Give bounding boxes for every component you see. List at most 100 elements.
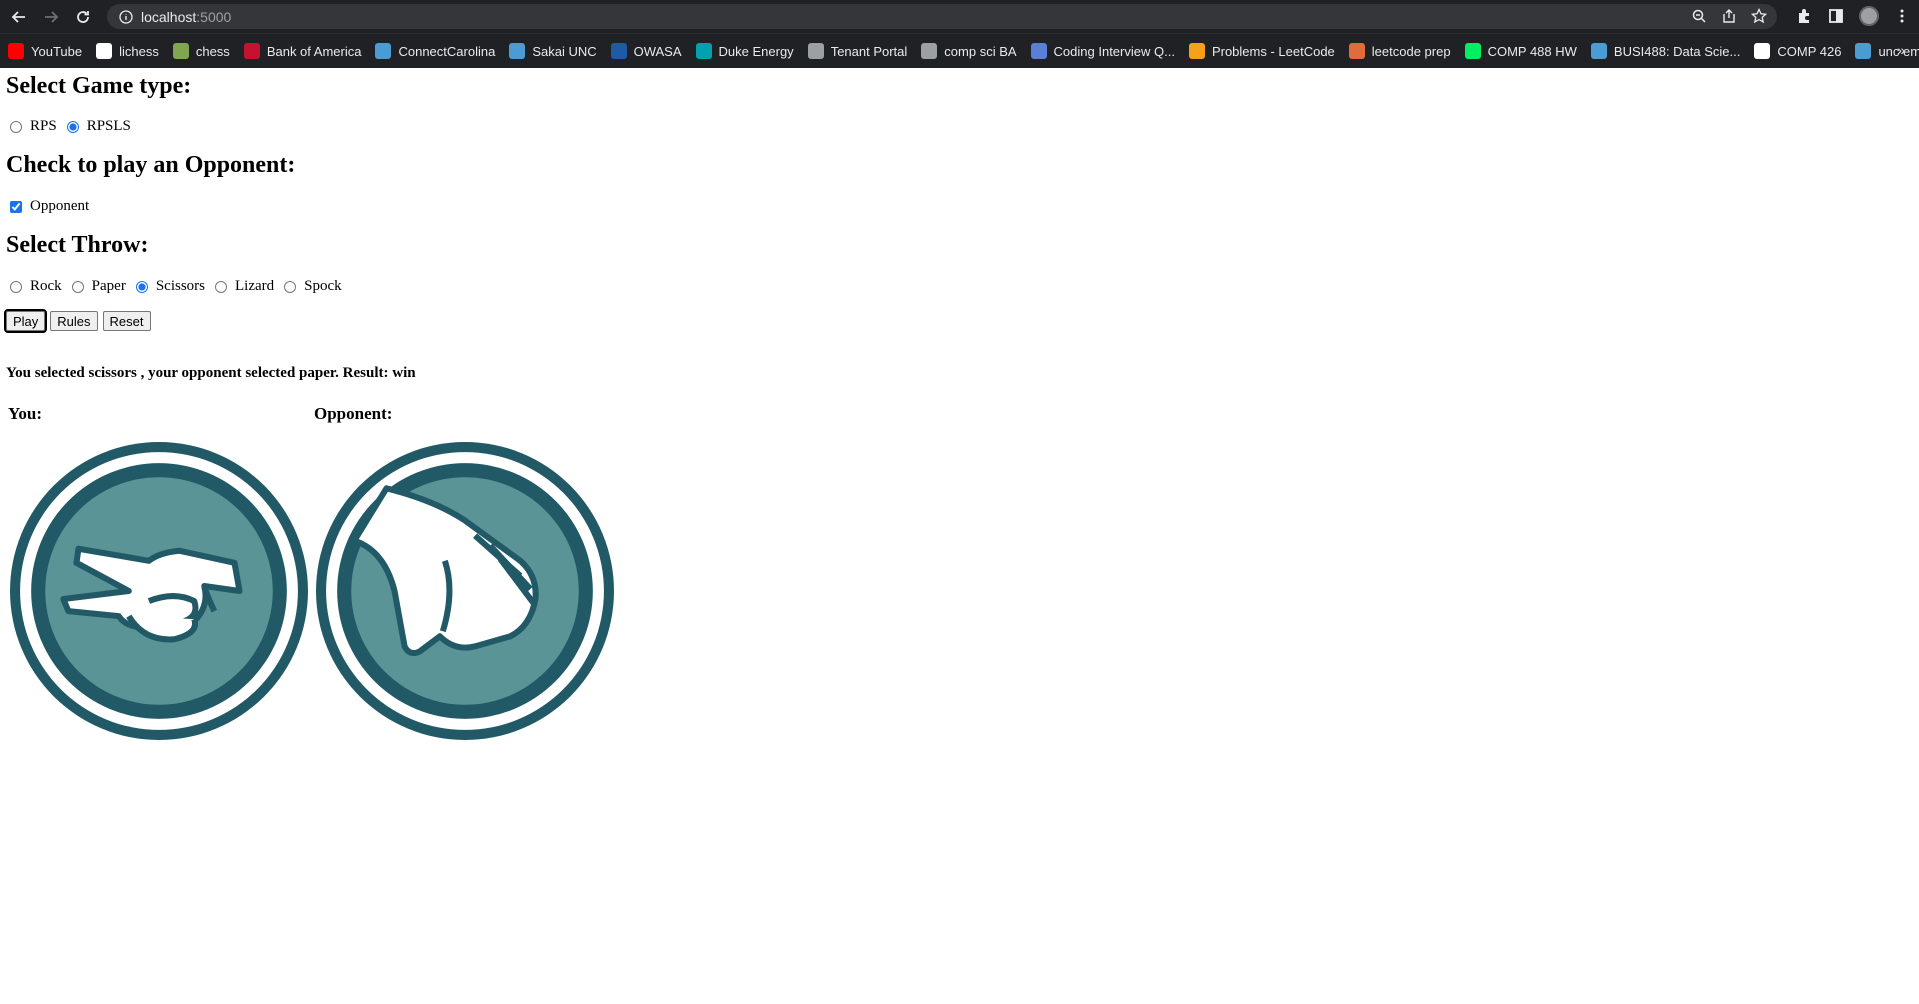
bookmark-favicon-icon [1464, 43, 1481, 59]
bookmark-favicon-icon [695, 43, 712, 59]
bookmark-label: Problems - LeetCode [1211, 43, 1335, 59]
scissors-hand-icon [10, 442, 308, 740]
bookmark-favicon-icon [1348, 43, 1365, 59]
radio-lizard[interactable] [215, 280, 228, 293]
bookmark-item[interactable]: lichess [96, 43, 159, 59]
you-label: You: [8, 404, 43, 423]
bookmark-label: Coding Interview Q... [1053, 43, 1175, 59]
radio-spock[interactable] [284, 280, 297, 293]
bookmark-item[interactable]: Coding Interview Q... [1030, 43, 1175, 59]
side-panel-icon[interactable] [1827, 7, 1845, 25]
bookmark-favicon-icon [1754, 43, 1771, 59]
bookmark-favicon-icon [172, 43, 189, 59]
address-bar[interactable]: localhost:5000 [107, 4, 1777, 29]
bookmark-item[interactable]: YouTube [8, 43, 82, 59]
result-text: You selected scissors , your opponent se… [6, 365, 416, 381]
throw-options: Rock Paper Scissors Lizard Spock [6, 278, 348, 295]
paper-hand-icon [316, 442, 614, 740]
back-arrow-icon [11, 10, 25, 23]
profile-avatar[interactable] [1859, 6, 1879, 26]
bookmark-label: Duke Energy [718, 43, 794, 59]
reload-icon [77, 10, 89, 23]
bookmark-label: comp sci BA [944, 43, 1017, 59]
bookmark-label: COMP 426 [1777, 43, 1842, 59]
action-buttons: Play Rules Reset [3, 309, 151, 333]
bookmark-favicon-icon [96, 43, 113, 59]
bookmark-label: chess [195, 43, 230, 59]
bookmark-item[interactable]: COMP 426 [1754, 43, 1841, 59]
star-icon[interactable] [1751, 8, 1767, 24]
bookmark-item[interactable]: Problems - LeetCode [1188, 43, 1335, 59]
bookmark-label: lichess [119, 43, 159, 59]
opponent-checkbox[interactable] [10, 200, 22, 213]
bookmark-label: OWASA [633, 43, 682, 59]
bookmark-item[interactable]: ConnectCarolina [375, 43, 495, 59]
extensions-icon[interactable] [1795, 7, 1813, 25]
bookmark-item[interactable]: Duke Energy [695, 43, 794, 59]
bookmark-favicon-icon [1590, 43, 1607, 59]
opponent-option: Opponent [6, 198, 95, 215]
bookmark-item[interactable]: chess [172, 43, 230, 59]
bookmark-label: COMP 488 HW [1487, 43, 1577, 59]
bookmark-item[interactable]: unc email [1855, 43, 1919, 59]
bookmark-favicon-icon [1855, 43, 1872, 59]
bookmark-favicon-icon [1030, 43, 1047, 59]
radio-rpsls[interactable] [66, 120, 79, 133]
play-button[interactable]: Play [3, 309, 48, 333]
bookmark-favicon-icon [509, 43, 526, 59]
reset-button[interactable]: Reset [102, 311, 151, 331]
zoom-icon[interactable] [1691, 8, 1707, 24]
radio-scissors[interactable] [135, 280, 148, 293]
opponent-display-label: Opponent: [314, 404, 393, 423]
game-type-rpsls[interactable]: RPSLS [63, 118, 131, 135]
share-icon[interactable] [1721, 8, 1737, 24]
bookmark-favicon-icon [807, 43, 824, 59]
bookmark-item[interactable]: BUSI488: Data Scie... [1590, 43, 1741, 59]
bookmark-favicon-icon [1188, 43, 1205, 59]
bookmark-favicon-icon [243, 43, 260, 59]
bookmark-item[interactable]: leetcode prep [1348, 43, 1451, 59]
bookmark-label: Sakai UNC [532, 43, 597, 59]
bookmark-item[interactable]: comp sci BA [921, 43, 1017, 59]
throw-scissors[interactable]: Scissors [132, 278, 205, 295]
menu-kebab-icon[interactable] [1893, 7, 1911, 25]
throw-lizard[interactable]: Lizard [211, 278, 274, 295]
game-type-options: RPS RPSLS [6, 118, 137, 135]
radio-rock[interactable] [10, 280, 22, 293]
opponent-heading: Check to play an Opponent: [6, 152, 296, 178]
bookmark-label: leetcode prep [1371, 43, 1451, 59]
rules-button[interactable]: Rules [50, 311, 98, 331]
bookmark-item[interactable]: Bank of America [243, 43, 362, 59]
opponent-checkbox-label[interactable]: Opponent [6, 198, 89, 215]
bookmark-item[interactable]: Sakai UNC [509, 43, 597, 59]
throw-heading: Select Throw: [6, 232, 149, 258]
bookmark-label: Tenant Portal [830, 43, 908, 59]
bookmarks-overflow-button[interactable]: » [1897, 42, 1905, 58]
bookmark-favicon-icon [8, 43, 24, 59]
back-button[interactable] [6, 4, 32, 30]
bookmark-item[interactable]: COMP 488 HW [1464, 43, 1577, 59]
throw-paper[interactable]: Paper [68, 278, 126, 295]
game-type-heading: Select Game type: [6, 73, 192, 99]
forward-arrow-icon [45, 10, 59, 23]
reload-button[interactable] [70, 4, 96, 30]
bookmark-label: ConnectCarolina [398, 43, 496, 59]
forward-button[interactable] [38, 4, 64, 30]
bookmarks-bar: YouTube lichess chess Bank of America Connec… [0, 33, 1919, 68]
radio-rps[interactable] [10, 120, 22, 133]
bookmark-item[interactable]: Tenant Portal [807, 43, 908, 59]
game-type-rps[interactable]: RPS [6, 118, 57, 135]
throw-rock[interactable]: Rock [6, 278, 62, 295]
browser-toolbar: localhost:5000 [0, 0, 1919, 33]
url-text: localhost:5000 [141, 8, 232, 25]
bookmark-favicon-icon [375, 43, 392, 59]
throw-spock[interactable]: Spock [280, 278, 342, 295]
info-icon [119, 9, 133, 24]
bookmark-favicon-icon [921, 43, 938, 59]
radio-paper[interactable] [71, 280, 84, 293]
bookmark-label: YouTube [31, 43, 83, 59]
bookmark-label: Bank of America [266, 43, 362, 59]
bookmark-item[interactable]: OWASA [610, 43, 682, 59]
bookmark-favicon-icon [610, 43, 627, 59]
bookmark-label: BUSI488: Data Scie... [1613, 43, 1741, 59]
